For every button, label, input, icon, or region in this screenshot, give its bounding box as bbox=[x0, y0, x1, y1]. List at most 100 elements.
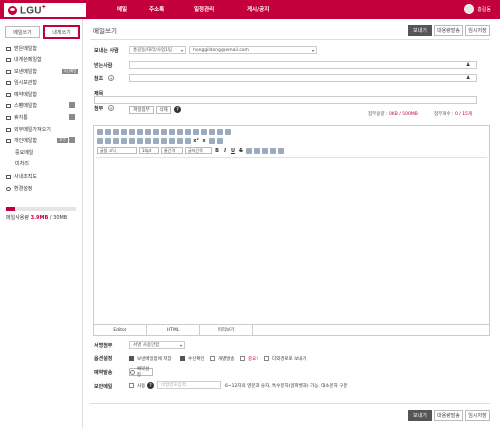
sidebar-item-trash[interactable]: 휴지통 bbox=[6, 114, 28, 121]
redo-icon[interactable] bbox=[153, 128, 159, 135]
print-icon[interactable] bbox=[113, 128, 119, 135]
hr-icon[interactable] bbox=[193, 128, 199, 135]
sidebar-item-important[interactable]: 중요메일 bbox=[15, 149, 33, 156]
paste-icon[interactable] bbox=[137, 128, 143, 135]
table-style-icon[interactable] bbox=[270, 147, 276, 154]
secure-password-input[interactable]: 비밀번호입력 bbox=[157, 381, 221, 389]
save-draft-button-bottom[interactable]: 임시저장 bbox=[465, 410, 490, 421]
compose-button[interactable]: 메일쓰기 bbox=[5, 26, 40, 38]
list-icon[interactable] bbox=[105, 137, 111, 144]
subject-input[interactable] bbox=[94, 96, 477, 104]
source-icon[interactable] bbox=[209, 137, 215, 144]
address-book-icon[interactable]: ♟ bbox=[466, 62, 470, 68]
font-size-select[interactable]: 10pt bbox=[139, 147, 159, 154]
folder-settings-icon[interactable] bbox=[69, 137, 75, 143]
align-right-icon[interactable] bbox=[145, 137, 151, 144]
sidebar-item-pending[interactable]: 미처리 bbox=[15, 160, 29, 167]
plus-icon[interactable]: + bbox=[108, 105, 114, 111]
line-height-select[interactable]: 줄간격 bbox=[161, 147, 183, 154]
to-input[interactable] bbox=[129, 61, 477, 69]
align-left-icon[interactable] bbox=[129, 137, 135, 144]
sidebar-item-drafts[interactable]: 임시보관함 bbox=[6, 79, 37, 86]
tab-html[interactable]: HTML bbox=[147, 324, 200, 336]
sidebar-item-sent[interactable]: 보낸메일함 bbox=[6, 68, 37, 75]
blockquote-icon[interactable] bbox=[177, 137, 183, 144]
cut-icon[interactable] bbox=[121, 128, 127, 135]
sidebar-item-personal[interactable]: 개인메일함 bbox=[6, 137, 37, 144]
nav-mail[interactable]: 메일 bbox=[117, 5, 127, 13]
table-icon[interactable] bbox=[169, 128, 175, 135]
sidebar-item-scheduled[interactable]: 예약메일함 bbox=[6, 91, 37, 98]
cc-input[interactable] bbox=[129, 74, 477, 82]
underline-icon[interactable]: U bbox=[230, 148, 236, 154]
user-menu[interactable]: 홍길동 bbox=[464, 4, 491, 14]
italic-icon[interactable]: I bbox=[222, 148, 228, 154]
send-button-bottom[interactable]: 보내기 bbox=[408, 410, 432, 421]
sidebar-item-settings[interactable]: 환경설정 bbox=[6, 185, 32, 192]
delete-attachment-button[interactable]: 삭제 bbox=[156, 106, 171, 114]
style-icon[interactable] bbox=[97, 137, 103, 144]
sender-name-select[interactable]: 홍길동/대리/사업1팀 ▾ bbox=[129, 46, 186, 54]
schedule-button[interactable]: 예약설정 bbox=[129, 367, 153, 378]
bullet-list-icon[interactable] bbox=[169, 137, 175, 144]
sidebar-item-orgchart[interactable]: 사내조직도 bbox=[6, 173, 37, 180]
box-icon[interactable] bbox=[278, 147, 284, 154]
link-icon[interactable] bbox=[177, 128, 183, 135]
copy-icon[interactable] bbox=[129, 128, 135, 135]
align-justify-icon[interactable] bbox=[153, 137, 159, 144]
write-to-me-button[interactable]: 내게쓰기 bbox=[43, 25, 80, 39]
read-receipt-badge[interactable]: 수신확인 bbox=[62, 69, 78, 74]
empty-spam-icon[interactable] bbox=[69, 102, 75, 108]
address-book-icon[interactable]: ♟ bbox=[466, 75, 470, 81]
plus-icon[interactable]: + bbox=[108, 75, 114, 81]
send-button[interactable]: 보내기 bbox=[408, 25, 432, 36]
bg-color-icon[interactable] bbox=[254, 147, 260, 154]
replace-icon[interactable] bbox=[225, 128, 231, 135]
individual-send-checkbox[interactable] bbox=[210, 356, 215, 361]
nav-calendar[interactable]: 일정관리 bbox=[194, 5, 214, 13]
clear-format-icon[interactable]: x bbox=[201, 138, 207, 144]
empty-trash-icon[interactable] bbox=[69, 114, 75, 120]
search-icon[interactable] bbox=[217, 128, 223, 135]
image-icon[interactable] bbox=[161, 128, 167, 135]
signature-select[interactable]: 서명 사용안함 ▾ bbox=[129, 341, 185, 349]
letter-spacing-select[interactable]: 글자간격 bbox=[185, 147, 212, 154]
new-doc-icon[interactable] bbox=[97, 128, 103, 135]
superscript-icon[interactable]: x² bbox=[193, 138, 199, 144]
special-char-icon[interactable] bbox=[201, 128, 207, 135]
unlink-icon[interactable] bbox=[185, 128, 191, 135]
sidebar-item-inbox[interactable]: 받은메일함 bbox=[6, 45, 37, 52]
numbered-list-icon[interactable] bbox=[161, 137, 167, 144]
info-icon[interactable]: ? bbox=[147, 382, 154, 389]
undo-icon[interactable] bbox=[145, 128, 151, 135]
save-icon[interactable] bbox=[105, 128, 111, 135]
strikethrough-icon[interactable]: S bbox=[238, 148, 244, 154]
read-receipt-checkbox[interactable] bbox=[180, 356, 185, 361]
save-sent-checkbox[interactable] bbox=[129, 356, 134, 361]
tab-editor[interactable]: Editor bbox=[94, 324, 147, 336]
important-checkbox[interactable] bbox=[240, 356, 245, 361]
sidebar-item-external[interactable]: 외부메일가져오기 bbox=[6, 126, 51, 133]
nav-addressbook[interactable]: 주소록 bbox=[149, 5, 164, 13]
sidebar-item-self[interactable]: 내게쓴메일함 bbox=[6, 56, 42, 63]
font-color-icon[interactable] bbox=[246, 147, 252, 154]
indent-icon[interactable] bbox=[113, 137, 119, 144]
subscript-icon[interactable] bbox=[185, 137, 191, 144]
sender-email-select[interactable]: honggildong@email.com ▾ bbox=[189, 46, 317, 54]
nav-board[interactable]: 게시/공지 bbox=[247, 5, 269, 13]
tab-preview[interactable]: 미리보기 bbox=[200, 324, 253, 336]
align-center-icon[interactable] bbox=[137, 137, 143, 144]
attach-file-button[interactable]: 파일첨부 bbox=[129, 106, 154, 114]
editor-body[interactable] bbox=[96, 157, 487, 319]
save-draft-button[interactable]: 임시저장 bbox=[465, 25, 490, 36]
add-folder-badge[interactable]: 추가 bbox=[57, 138, 68, 143]
secure-mail-checkbox[interactable] bbox=[129, 383, 134, 388]
fullscreen-icon[interactable] bbox=[217, 137, 223, 144]
info-icon[interactable]: ? bbox=[174, 106, 181, 113]
large-send-button[interactable]: 대용량발송 bbox=[434, 25, 463, 36]
outdent-icon[interactable] bbox=[121, 137, 127, 144]
border-icon[interactable] bbox=[262, 147, 268, 154]
logo[interactable]: LGU+ bbox=[4, 3, 86, 17]
emoticon-icon[interactable] bbox=[209, 128, 215, 135]
bold-icon[interactable]: B bbox=[214, 148, 220, 154]
